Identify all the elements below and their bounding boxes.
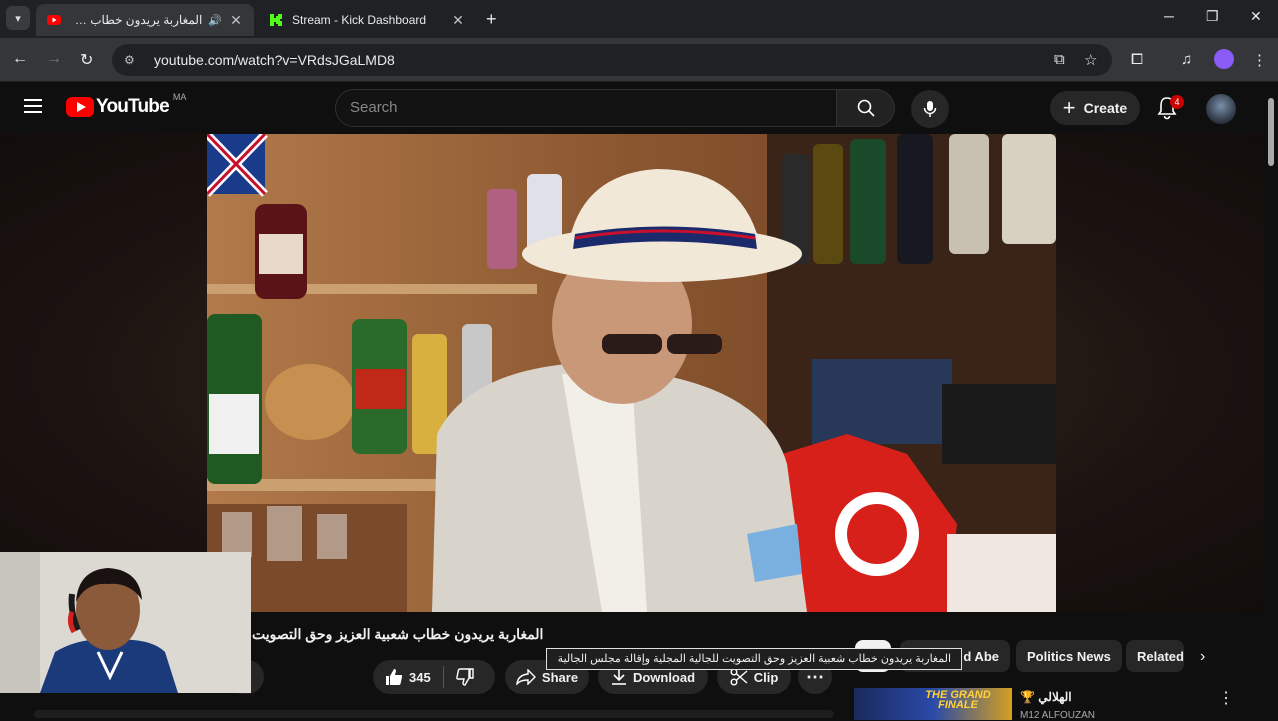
- webcam-overlay: [0, 552, 251, 693]
- video-title: المغاربة يريدون خطاب شعبية العزيز وحق ال…: [252, 626, 544, 642]
- install-app-icon[interactable]: ⧉: [1054, 51, 1065, 68]
- tab-search-chevron-icon[interactable]: ▾: [6, 6, 30, 30]
- plus-icon: +: [1062, 95, 1076, 120]
- browser-tab-strip: ▾ المغاربة يريدون خطاب ش (4) 🔊 ✕ Stream …: [0, 0, 1278, 38]
- download-icon: [611, 669, 626, 685]
- forward-icon[interactable]: →: [46, 50, 62, 68]
- video-player[interactable]: [207, 134, 1056, 612]
- speaker-icon[interactable]: 🔊: [208, 14, 222, 27]
- minimize-icon[interactable]: ─: [1164, 8, 1174, 24]
- youtube-favicon-icon: [47, 15, 61, 25]
- like-divider: [442, 666, 444, 688]
- like-count: 345: [409, 669, 431, 685]
- thumbnail-text: THE GRAND FINALE: [925, 689, 991, 711]
- youtube-logo[interactable]: YouTube MA: [66, 92, 186, 118]
- chip-related[interactable]: Related: [1126, 640, 1184, 672]
- microphone-icon: [923, 101, 937, 117]
- browser-toolbar: ← → ↻ ⚙ youtube.com/watch?v=VRdsJGaLMD8 …: [0, 38, 1278, 82]
- chip-politics-news[interactable]: Politics News: [1016, 640, 1122, 672]
- logo-text: YouTube: [96, 96, 170, 117]
- account-avatar[interactable]: [1206, 94, 1236, 124]
- tab-kick[interactable]: Stream - Kick Dashboard ✕: [258, 4, 476, 36]
- webcam-frame: [0, 552, 251, 693]
- search-button[interactable]: [837, 89, 895, 127]
- recommendation-title[interactable]: 🏆 الهلالي: [1020, 690, 1072, 704]
- back-icon[interactable]: ←: [12, 50, 28, 68]
- like-dislike-group: 345: [373, 660, 495, 694]
- close-window-icon[interactable]: ✕: [1250, 8, 1262, 25]
- bookmark-star-icon[interactable]: ☆: [1084, 51, 1097, 69]
- video-frame: [207, 134, 1056, 612]
- url-text: youtube.com/watch?v=VRdsJGaLMD8: [154, 52, 395, 68]
- recommendation-thumbnail[interactable]: THE GRAND FINALE: [854, 688, 1012, 720]
- search-input[interactable]: Search: [335, 89, 837, 127]
- chip-label: d Abe: [963, 648, 999, 664]
- title-tooltip: المغاربة يريدون خطاب شعبية العزيز وحق ال…: [546, 648, 962, 670]
- new-tab-icon[interactable]: +: [486, 9, 497, 30]
- share-icon: [516, 669, 536, 685]
- create-label: Create: [1083, 100, 1128, 116]
- clip-label: Clip: [753, 669, 779, 685]
- restore-icon[interactable]: ❐: [1206, 8, 1219, 25]
- notification-badge: 4: [1170, 95, 1184, 109]
- chips-next-chevron-icon[interactable]: ›: [1200, 648, 1205, 666]
- scrollbar-thumb[interactable]: [1268, 98, 1274, 166]
- close-tab-icon[interactable]: ✕: [228, 12, 244, 29]
- create-button[interactable]: + Create: [1050, 91, 1140, 125]
- download-label: Download: [632, 669, 696, 685]
- chip-label: Related: [1137, 648, 1184, 664]
- voice-search-button[interactable]: [911, 90, 949, 128]
- site-info-icon[interactable]: ⚙: [124, 53, 142, 67]
- address-bar[interactable]: ⚙ youtube.com/watch?v=VRdsJGaLMD8: [112, 44, 1112, 76]
- profile-avatar[interactable]: [1214, 49, 1234, 69]
- description-box-edge: [34, 710, 834, 718]
- country-code: MA: [172, 92, 187, 102]
- kick-favicon-icon: [270, 14, 282, 26]
- recommendation-channel[interactable]: M12 ALFOUZAN: [1020, 710, 1095, 721]
- youtube-play-icon: [66, 97, 94, 117]
- close-tab-icon[interactable]: ✕: [450, 12, 466, 29]
- tab-youtube[interactable]: المغاربة يريدون خطاب ش (4) 🔊 ✕: [36, 4, 254, 36]
- share-label: Share: [541, 669, 579, 685]
- page-scrollbar[interactable]: [1266, 96, 1276, 716]
- tab-title: Stream - Kick Dashboard: [292, 13, 427, 27]
- reload-icon[interactable]: ↻: [80, 50, 93, 70]
- like-button[interactable]: 345: [385, 668, 431, 686]
- thumbs-up-icon: [386, 669, 403, 685]
- thumbs-down-icon[interactable]: [455, 668, 474, 686]
- scissors-icon: [730, 668, 748, 686]
- recommendation-more-icon[interactable]: ⋮: [1218, 688, 1234, 708]
- search-icon: [857, 99, 875, 117]
- media-control-icon[interactable]: ♫: [1181, 51, 1192, 68]
- extensions-icon[interactable]: ⧠: [1131, 51, 1143, 68]
- browser-menu-icon[interactable]: ⋮: [1252, 51, 1267, 69]
- chip-label: Politics News: [1027, 648, 1111, 664]
- masthead: YouTube MA Search + Create 4: [0, 82, 1278, 134]
- tab-title: المغاربة يريدون خطاب ش (4): [70, 13, 203, 27]
- menu-icon[interactable]: [24, 99, 42, 117]
